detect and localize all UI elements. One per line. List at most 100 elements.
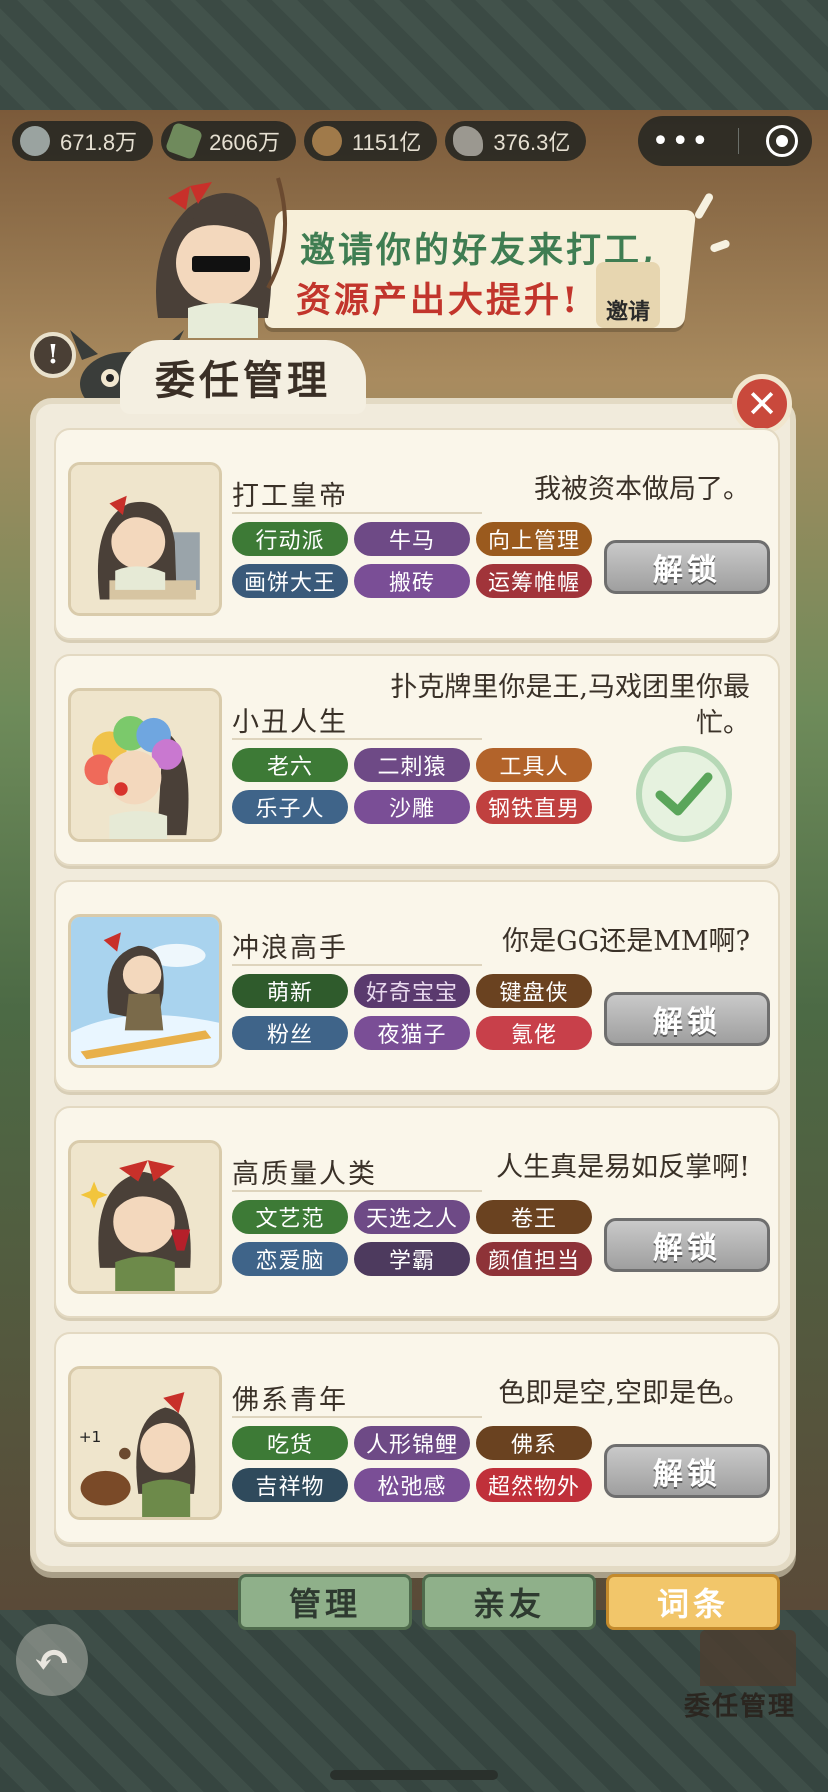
tab-traits[interactable]: 词条 [606, 1574, 780, 1630]
trait-tag: 二刺猿 [354, 748, 470, 782]
trait-card: 冲浪高手 你是GG还是MM啊? 萌新 好奇宝宝 键盘侠 粉丝 夜猫子 氪佬 解锁 [54, 880, 780, 1092]
card-quote: 色即是空,空即是色。 [498, 1378, 750, 1409]
portrait-buddhist-youth: +1 [68, 1366, 222, 1520]
card-quote: 我被资本做局了。 [534, 474, 750, 505]
tag-grid: 文艺范 天选之人 卷王 恋爱脑 学霸 颜值担当 [232, 1200, 604, 1276]
trait-tag: 卷王 [476, 1200, 592, 1234]
trait-tag: 萌新 [232, 974, 348, 1008]
home-indicator[interactable] [330, 1770, 498, 1780]
resource-stone-value: 376.3亿 [493, 130, 571, 155]
target-icon [776, 135, 789, 147]
resource-tea-brick-value: 2606万 [209, 130, 281, 155]
invite-button[interactable]: 邀请 [596, 262, 660, 328]
invite-button-label: 邀请 [605, 299, 650, 325]
card-name: 冲浪高手 [232, 933, 348, 964]
tag-grid: 萌新 好奇宝宝 键盘侠 粉丝 夜猫子 氪佬 [232, 974, 604, 1050]
portrait-office-worker [68, 462, 222, 616]
miniprogram-capsule: ••• [638, 116, 812, 166]
portrait-high-quality-human [68, 1140, 222, 1294]
trait-tag: 工具人 [476, 748, 592, 782]
panel-title: 委任管理 [120, 340, 366, 414]
office-worker-avatar-icon [71, 465, 219, 613]
trait-card: +1 佛系青年 色即是空,空即是色。 吃货 人形锦鲤 佛系 吉祥物 松弛感 超然… [54, 1332, 780, 1544]
trait-tag: 吃货 [232, 1426, 348, 1460]
tag-grid: 行动派 牛马 向上管理 画饼大王 搬砖 运筹帷幄 [232, 522, 604, 598]
tab-friends[interactable]: 亲友 [422, 1574, 596, 1630]
trait-tag: 牛马 [354, 522, 470, 556]
trait-tag: 佛系 [476, 1426, 592, 1460]
capsule-divider [738, 128, 740, 154]
back-button[interactable]: ↶ [16, 1624, 88, 1696]
trait-card: 高质量人类 人生真是易如反掌啊! 文艺范 天选之人 卷王 恋爱脑 学霸 颜值担当… [54, 1106, 780, 1318]
tab-manage[interactable]: 管理 [238, 1574, 412, 1630]
trait-tag: 氪佬 [476, 1016, 592, 1050]
name-underline [232, 1416, 482, 1418]
resource-silver-value: 671.8万 [60, 130, 138, 155]
checkmark-icon [655, 772, 713, 816]
trait-tag: 颜值担当 [476, 1242, 592, 1276]
portrait-clown [68, 688, 222, 842]
trait-tag: 运筹帷幄 [476, 564, 592, 598]
name-underline [232, 512, 482, 514]
trait-tag: 沙雕 [354, 790, 470, 824]
unlock-button[interactable]: 解锁 [604, 540, 770, 594]
trait-tag: 超然物外 [476, 1468, 592, 1502]
trait-tag: 向上管理 [476, 522, 592, 556]
trait-tag: 画饼大王 [232, 564, 348, 598]
trait-tag: 老六 [232, 748, 348, 782]
card-name: 高质量人类 [232, 1159, 377, 1190]
silver-icon [20, 126, 50, 156]
trait-tag: 夜猫子 [354, 1016, 470, 1050]
card-quote: 你是GG还是MM啊? [502, 926, 750, 957]
card-name: 小丑人生 [232, 707, 348, 738]
resource-tea-brick: 2606万 [161, 121, 297, 161]
wood-icon [312, 126, 343, 156]
portrait-surfer [68, 914, 222, 1068]
trait-tag: 天选之人 [354, 1200, 470, 1234]
tag-grid: 吃货 人形锦鲤 佛系 吉祥物 松弛感 超然物外 [232, 1426, 604, 1502]
trait-tag: 搬砖 [354, 564, 470, 598]
trait-card: 打工皇帝 我被资本做局了。 行动派 牛马 向上管理 画饼大王 搬砖 运筹帷幄 解… [54, 428, 780, 640]
unlock-button[interactable]: 解锁 [604, 1444, 770, 1498]
stone-icon [453, 126, 484, 156]
clown-avatar-icon [71, 691, 219, 839]
trait-tag: 行动派 [232, 522, 348, 556]
name-underline [232, 964, 482, 966]
info-icon[interactable]: ! [30, 332, 76, 378]
equipped-check-badge [636, 746, 732, 842]
name-underline [232, 1190, 482, 1192]
trait-tag: 文艺范 [232, 1200, 348, 1234]
unlock-button[interactable]: 解锁 [604, 1218, 770, 1272]
info-icon-glyph: ! [47, 340, 59, 370]
more-menu-button[interactable]: ••• [652, 124, 711, 159]
trait-tag: 乐子人 [232, 790, 348, 824]
tea-brick-icon [164, 121, 204, 161]
top-pattern-band [0, 0, 828, 110]
trait-tag: 恋爱脑 [232, 1242, 348, 1276]
surfer-avatar-icon [71, 917, 219, 1065]
invite-banner-line2: 资源产出大提升! [296, 280, 581, 321]
trait-tag: 好奇宝宝 [354, 974, 470, 1008]
close-miniprogram-button[interactable] [766, 125, 799, 157]
wine-glass-avatar-icon [71, 1143, 219, 1291]
resource-wood: 1151亿 [304, 121, 438, 161]
resource-wood-value: 1151亿 [352, 130, 422, 155]
unlock-button[interactable]: 解锁 [604, 992, 770, 1046]
trait-tag: 键盘侠 [476, 974, 592, 1008]
svg-text:+1: +1 [79, 1428, 102, 1446]
trait-tag: 松弛感 [354, 1468, 470, 1502]
trait-tag: 学霸 [354, 1242, 470, 1276]
card-name: 打工皇帝 [232, 481, 348, 512]
resource-stone: 376.3亿 [445, 121, 587, 161]
card-quote: 扑克牌里你是王,马戏团里你最忙。 [390, 672, 750, 739]
building-decor-icon [700, 1630, 796, 1686]
corner-entry-label[interactable]: 委任管理 [684, 1686, 796, 1723]
tag-grid: 老六 二刺猿 工具人 乐子人 沙雕 钢铁直男 [232, 748, 604, 824]
trait-tag: 粉丝 [232, 1016, 348, 1050]
zen-eating-avatar-icon: +1 [71, 1369, 219, 1517]
trait-tag: 吉祥物 [232, 1468, 348, 1502]
resource-silver: 671.8万 [12, 121, 154, 161]
close-panel-button[interactable]: ✕ [732, 374, 792, 434]
trait-card: 小丑人生 扑克牌里你是王,马戏团里你最忙。 老六 二刺猿 工具人 乐子人 沙雕 … [54, 654, 780, 866]
card-name: 佛系青年 [232, 1385, 348, 1416]
